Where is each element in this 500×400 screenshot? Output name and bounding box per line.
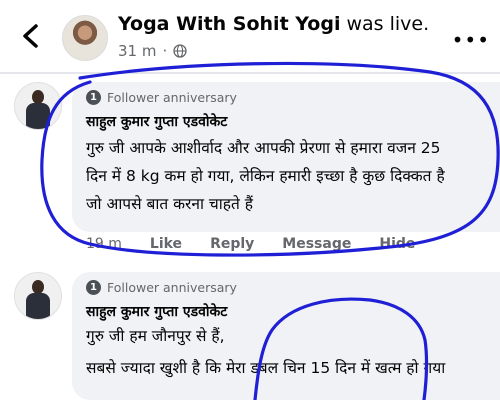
hide-button[interactable]: Hide — [379, 236, 415, 252]
comment-bubble: 1 Follower anniversary साहुल कुमार गुप्त… — [72, 82, 500, 232]
commenter-avatar[interactable] — [14, 272, 62, 320]
comment-time[interactable]: 19 m — [86, 236, 122, 252]
page-name-link[interactable]: Yoga With Sohit Yogi — [118, 13, 340, 35]
reply-button[interactable]: Reply — [210, 236, 254, 252]
comment-author[interactable]: साहुल कुमार गुप्ता एडवोकेट — [86, 302, 227, 321]
comment-author[interactable]: साहुल कुमार गुप्ता एडवोकेट — [86, 112, 227, 131]
page-avatar[interactable] — [62, 15, 108, 61]
commenter-avatar[interactable] — [14, 82, 62, 130]
comment-line: सबसे ज्यादा खुशी है कि मेरा डबल चिन 15 द… — [86, 359, 446, 377]
comment-line: जो आपसे बात करना चाहते हैं — [86, 195, 253, 213]
follower-badge-icon: 1 — [86, 90, 101, 105]
badge-label: Follower anniversary — [107, 280, 237, 295]
back-arrow-icon[interactable] — [16, 18, 44, 54]
post-meta: 31 m · — [118, 42, 187, 60]
follower-badge: 1 Follower anniversary — [86, 280, 237, 295]
badge-label: Follower anniversary — [107, 90, 237, 105]
comment-line: गुरु जी आपके आशीर्वाद और आपकी प्रेरणा से… — [86, 139, 441, 157]
comment-line: दिन में 8 kg कम हो गया, लेकिन हमारी इच्छ… — [86, 167, 445, 185]
follower-badge: 1 Follower anniversary — [86, 90, 237, 105]
meta-separator: · — [162, 42, 168, 60]
comment-line: गुरु जी हम जौनपुर से हैं, — [86, 327, 225, 345]
follower-badge-icon: 1 — [86, 280, 101, 295]
post-status: was live. — [346, 13, 430, 35]
message-button[interactable]: Message — [282, 236, 351, 252]
comment-actions: 19 m Like Reply Message Hide — [86, 236, 415, 252]
globe-icon — [173, 44, 187, 58]
comment-bubble: 1 Follower anniversary साहुल कुमार गुप्त… — [72, 272, 500, 400]
header-divider — [0, 72, 500, 74]
post-time[interactable]: 31 m — [118, 42, 156, 60]
more-options-icon[interactable]: ••• — [452, 28, 490, 52]
post-header: Yoga With Sohit Yogi was live. 31 m · ••… — [0, 0, 500, 70]
like-button[interactable]: Like — [150, 236, 182, 252]
post-title: Yoga With Sohit Yogi was live. — [118, 13, 429, 35]
